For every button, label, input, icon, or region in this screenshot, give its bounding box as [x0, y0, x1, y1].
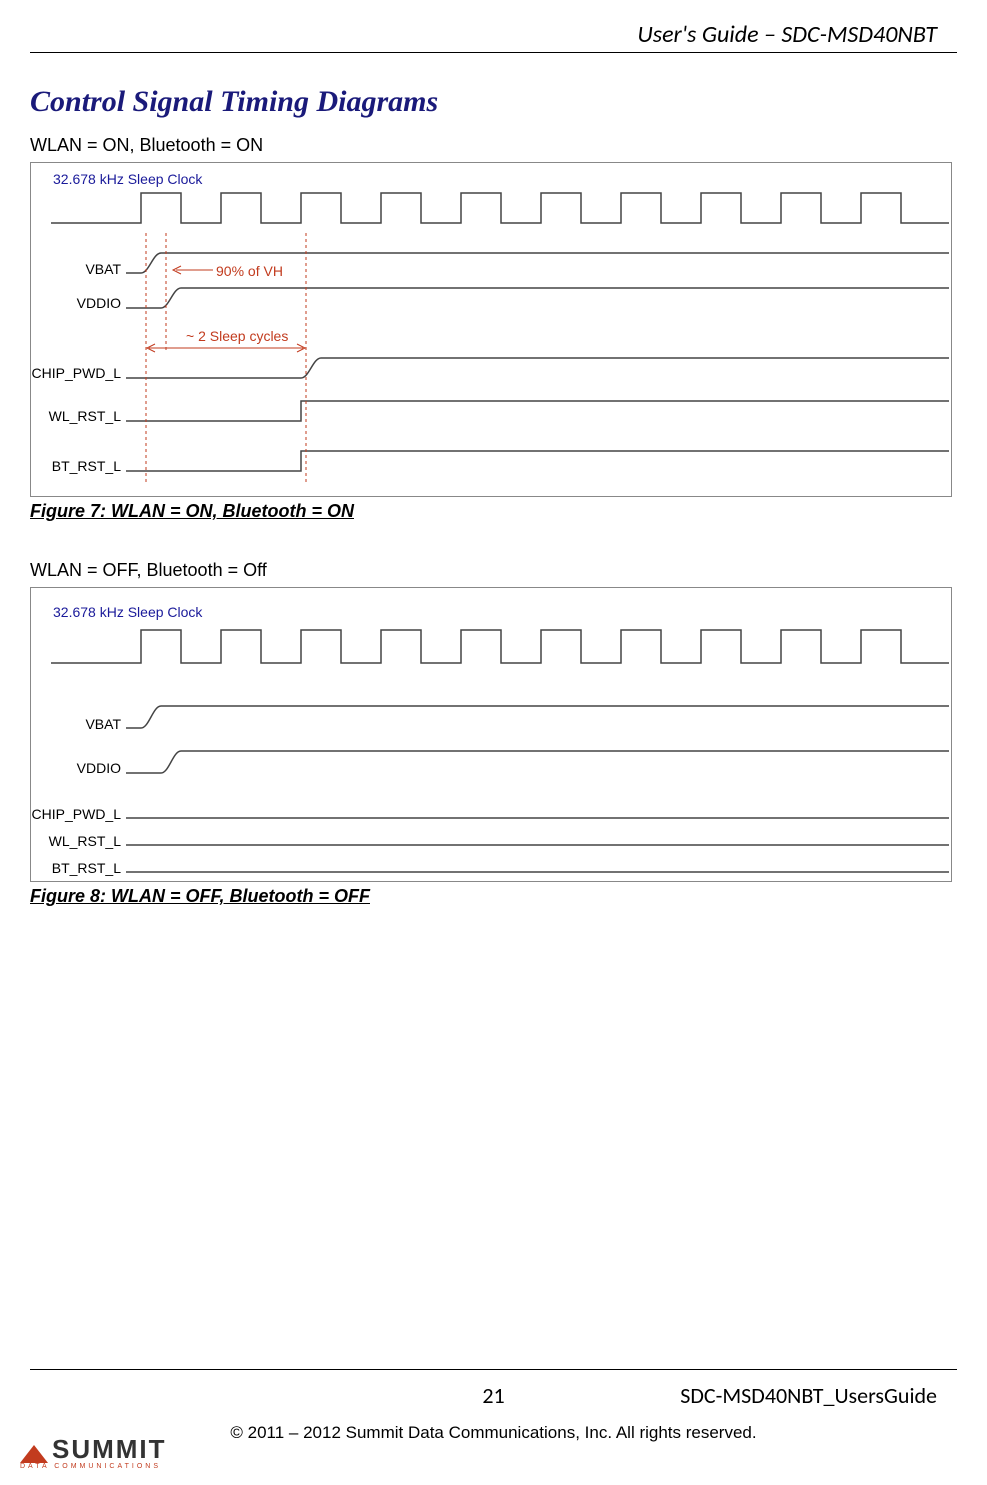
annotation-90pct: 90% of VH [216, 263, 283, 279]
timing-waveform-icon [31, 588, 951, 881]
annotation-sleep-cycles: ~ 2 Sleep cycles [186, 328, 288, 344]
signal-label-vbat: VBAT [61, 716, 121, 732]
logo-main: SUMMIT [52, 1434, 167, 1464]
signal-label-chip-pwd-l: CHIP_PWD_L [31, 806, 121, 822]
rule-top [30, 52, 957, 53]
figure-8-title: WLAN = OFF, Bluetooth = Off [30, 560, 952, 581]
figure-7: WLAN = ON, Bluetooth = ON 32.678 kHz Sle… [30, 135, 952, 522]
figure-8-caption: Figure 8: WLAN = OFF, Bluetooth = OFF [30, 886, 952, 907]
header-doc-title: User's Guide – SDC-MSD40NBT [637, 20, 937, 49]
page: User's Guide – SDC-MSD40NBT Control Sign… [0, 0, 987, 1485]
logo-sub: DATA COMMUNICATIONS [20, 1463, 167, 1470]
footer-doc-id: SDC-MSD40NBT_UsersGuide [680, 1382, 937, 1409]
signal-label-vddio: VDDIO [61, 295, 121, 311]
signal-label-chip-pwd-l: CHIP_PWD_L [31, 365, 121, 381]
clock-label: 32.678 kHz Sleep Clock [53, 604, 202, 620]
figure-7-caption: Figure 7: WLAN = ON, Bluetooth = ON [30, 501, 952, 522]
signal-label-vbat: VBAT [61, 261, 121, 277]
signal-label-wl-rst-l: WL_RST_L [41, 408, 121, 424]
figure-8: WLAN = OFF, Bluetooth = Off 32.678 kHz S… [30, 560, 952, 907]
signal-label-vddio: VDDIO [61, 760, 121, 776]
timing-waveform-icon [31, 163, 951, 496]
clock-label: 32.678 kHz Sleep Clock [53, 171, 202, 187]
figure-7-diagram: 32.678 kHz Sleep Clock VBAT VDDIO CHIP_P… [30, 162, 952, 497]
summit-logo: SUMMIT DATA COMMUNICATIONS [20, 1438, 167, 1470]
section-title: Control Signal Timing Diagrams [30, 85, 438, 119]
signal-label-bt-rst-l: BT_RST_L [41, 458, 121, 474]
signal-label-bt-rst-l: BT_RST_L [41, 860, 121, 876]
summit-triangle-icon [20, 1445, 48, 1463]
rule-bottom [30, 1369, 957, 1370]
figure-8-diagram: 32.678 kHz Sleep Clock VBAT VDDIO CHIP_P… [30, 587, 952, 882]
signal-label-wl-rst-l: WL_RST_L [41, 833, 121, 849]
figure-7-title: WLAN = ON, Bluetooth = ON [30, 135, 952, 156]
